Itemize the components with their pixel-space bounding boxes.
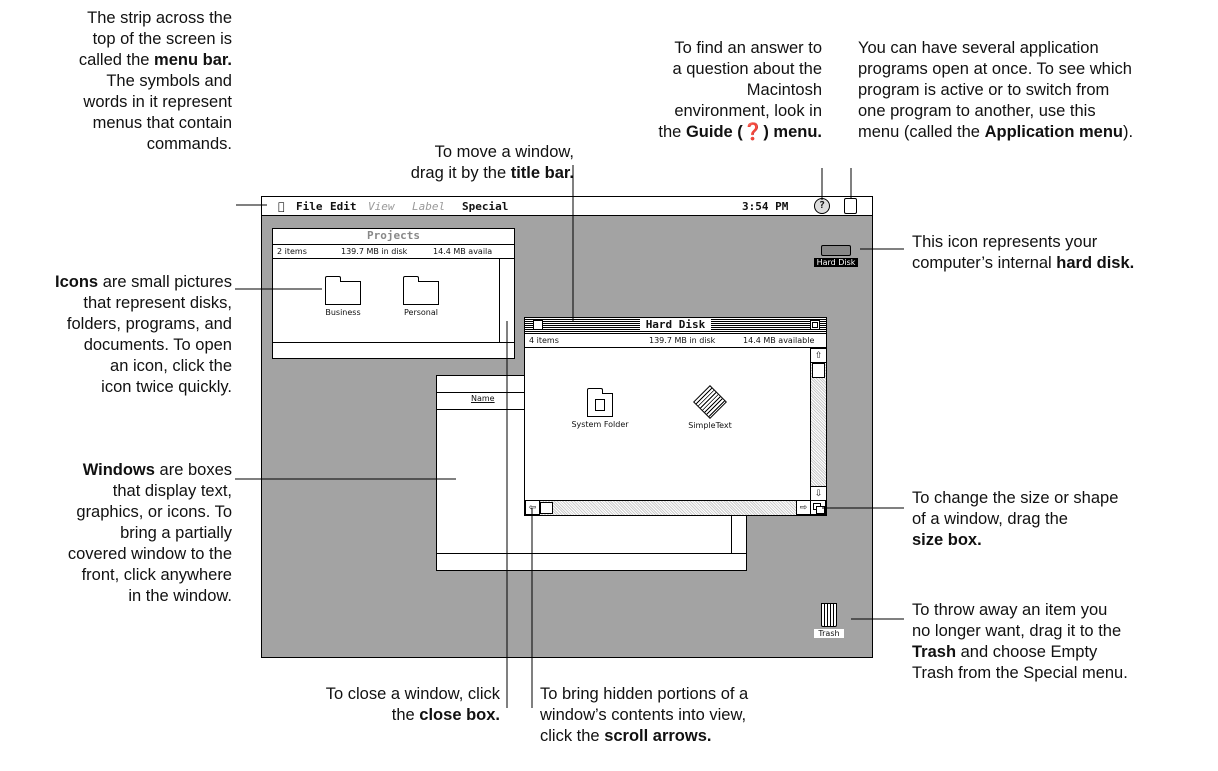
leader-lines — [235, 165, 904, 708]
